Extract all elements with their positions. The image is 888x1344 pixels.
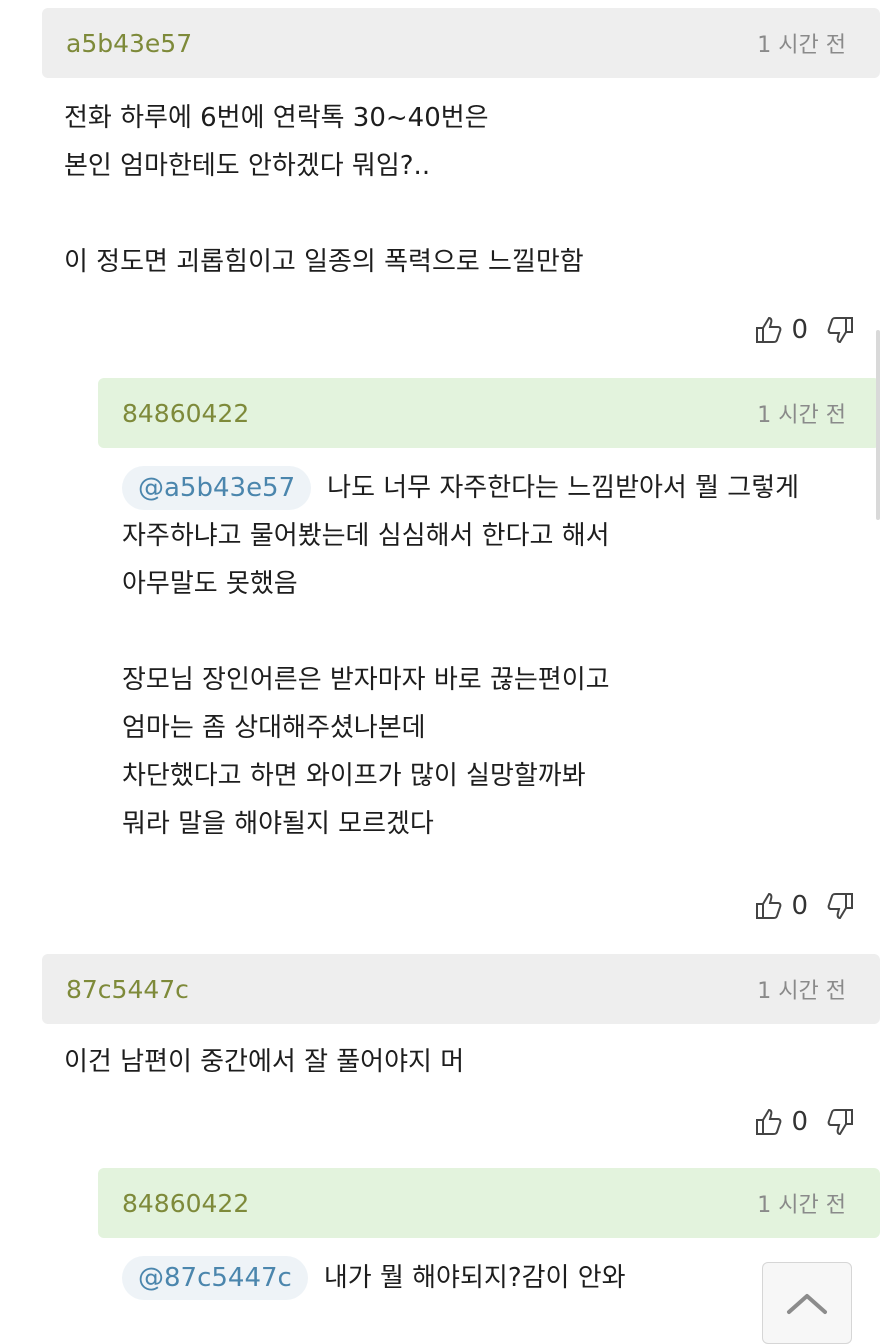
thumbs-up-icon	[756, 892, 782, 919]
reply-first-line: @a5b43e57 나도 너무 자주한다는 느낌받아서 뭘 그렇게	[122, 464, 799, 512]
comment-author[interactable]: a5b43e57	[66, 29, 192, 58]
comment-line: 자주하냐고 물어봤는데 심심해서 한다고 해서	[122, 521, 610, 551]
comment-line: 뭐라 말을 해야될지 모르겠다	[122, 809, 434, 839]
comment-line-blank	[122, 608, 799, 656]
thumbs-down-icon	[827, 1109, 853, 1136]
comment-header: a5b43e57 1 시간 전	[42, 8, 880, 78]
reply-header: 84860422 1 시간 전	[98, 378, 880, 448]
comment-line: 엄마는 좀 상대해주셨나본데	[122, 713, 426, 743]
dislike-button[interactable]	[824, 890, 856, 922]
comment-header: 87c5447c 1 시간 전	[42, 954, 880, 1024]
reply-author[interactable]: 84860422	[122, 1189, 249, 1218]
like-button[interactable]: 0	[753, 890, 808, 922]
chevron-up-icon	[787, 1294, 827, 1314]
like-count: 0	[791, 315, 808, 345]
comment-body: 전화 하루에 6번에 연락톡 30~40번은 본인 엄마한테도 안하겠다 뭐임?…	[64, 94, 584, 286]
comment-line-blank	[64, 190, 584, 238]
comment-line: 아무말도 못했음	[122, 569, 298, 599]
thumbs-up-icon	[756, 1108, 782, 1135]
reply-author[interactable]: 84860422	[122, 399, 249, 428]
comment-line: 이 정도면 괴롭힘이고 일종의 폭력으로 느낄만함	[64, 247, 584, 277]
comment-line: 이건 남편이 중간에서 잘 풀어야지 머	[64, 1047, 465, 1077]
comment-line: 전화 하루에 6번에 연락톡 30~40번은	[64, 103, 489, 133]
like-count: 0	[791, 891, 808, 921]
thumbs-down-icon	[827, 893, 853, 920]
comment-time: 1 시간 전	[757, 33, 846, 58]
dislike-button[interactable]	[824, 314, 856, 346]
comment-author[interactable]: 87c5447c	[66, 975, 189, 1004]
comment-time: 1 시간 전	[757, 979, 846, 1004]
comment-body: 이건 남편이 중간에서 잘 풀어야지 머	[64, 1038, 464, 1086]
like-count: 0	[791, 1107, 808, 1137]
mention-tag[interactable]: @87c5447c	[122, 1256, 308, 1300]
scrollbar[interactable]	[876, 330, 880, 520]
vote-bar: 0	[753, 1106, 856, 1138]
reply-body: @87c5447c 내가 뭘 해야되지?감이 안와	[122, 1254, 626, 1302]
vote-bar: 0	[753, 890, 856, 922]
mention-tag[interactable]: @a5b43e57	[122, 466, 312, 510]
reply-header: 84860422 1 시간 전	[98, 1168, 880, 1238]
reply-time: 1 시간 전	[757, 403, 846, 428]
vote-bar: 0	[753, 314, 856, 346]
thumbs-down-icon	[827, 317, 853, 344]
reply-time: 1 시간 전	[757, 1193, 846, 1218]
comment-line: 차단했다고 하면 와이프가 많이 실망할까봐	[122, 761, 586, 791]
dislike-button[interactable]	[824, 1106, 856, 1138]
like-button[interactable]: 0	[753, 1106, 808, 1138]
like-button[interactable]: 0	[753, 314, 808, 346]
reply-first-line: @87c5447c 내가 뭘 해야되지?감이 안와	[122, 1254, 626, 1302]
comment-line: 나도 너무 자주한다는 느낌받아서 뭘 그렇게	[327, 473, 800, 503]
thumbs-up-icon	[756, 316, 782, 343]
comment-line: 내가 뭘 해야되지?감이 안와	[323, 1263, 626, 1293]
comment-line: 본인 엄마한테도 안하겠다 뭐임?..	[64, 151, 431, 181]
reply-body: @a5b43e57 나도 너무 자주한다는 느낌받아서 뭘 그렇게 자주하냐고 물…	[122, 464, 799, 848]
comment-line: 장모님 장인어른은 받자마자 바로 끊는편이고	[122, 665, 610, 695]
